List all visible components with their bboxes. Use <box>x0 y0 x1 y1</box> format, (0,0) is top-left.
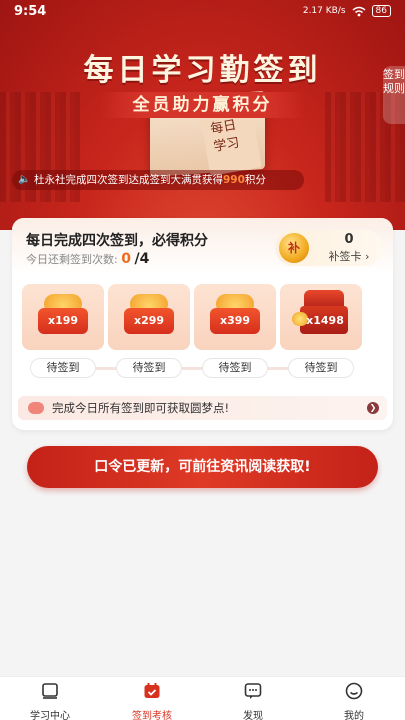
day-reward-4[interactable]: x1498 <box>280 284 362 350</box>
makeup-card-count: 0 <box>344 232 354 247</box>
dream-points-tip[interactable]: 完成今日所有签到即可获取圆梦点! ❯ <box>18 396 387 420</box>
ticker-points: 990 <box>223 174 245 186</box>
signin-days: x199 x299 x399 x1498 待签到 待签到 待签到 待签到 <box>22 284 383 380</box>
day-reward-amount: x399 <box>210 308 260 334</box>
reward-bag-icon: x199 <box>38 294 88 334</box>
chevron-right-icon: ❯ <box>367 402 379 414</box>
remaining-current: 0 <box>121 251 131 267</box>
day-reward-amount: x299 <box>124 308 174 334</box>
network-speed: 2.17 KB/s <box>302 6 346 16</box>
battery-indicator: 86 <box>371 5 391 17</box>
status-bar: 9:54 2.17 KB/s 86 <box>0 0 405 24</box>
reward-bag-icon: x299 <box>124 294 174 334</box>
makeup-card-button[interactable]: 补 0 补签卡 › <box>275 230 383 266</box>
wifi-icon <box>352 6 366 16</box>
remaining-count: 今日还剩签到次数: 0 /4 <box>26 251 149 267</box>
piggy-bank-icon <box>28 402 44 414</box>
treasure-chest-icon: x1498 <box>292 290 350 336</box>
rules-button[interactable]: 签到规则 <box>383 66 405 124</box>
day-reward-amount: x199 <box>38 308 88 334</box>
tab-label: 学习中心 <box>30 711 70 720</box>
status-right: 2.17 KB/s 86 <box>303 5 391 17</box>
tab-study-center[interactable]: 学习中心 <box>15 681 85 720</box>
hero-subtitle: 全员助力赢积分 <box>100 92 305 118</box>
tab-label: 发现 <box>243 711 263 720</box>
speaker-icon: 🔈 <box>18 174 31 185</box>
calendar-check-icon <box>144 683 160 698</box>
makeup-coin-icon: 补 <box>279 233 309 263</box>
day-reward-1[interactable]: x199 <box>22 284 104 350</box>
bottom-tabbar: 学习中心 签到考核 发现 我的 <box>0 676 405 720</box>
book-page: 每日 学习 <box>200 107 262 177</box>
signin-card-title: 每日完成四次签到，必得积分 <box>26 233 208 249</box>
day-reward-amount: x1498 <box>306 314 344 327</box>
ticker-suffix: 积分 <box>244 174 266 186</box>
day-status-4[interactable]: 待签到 <box>288 358 354 378</box>
tip-text: 完成今日所有签到即可获取圆梦点! <box>52 401 230 415</box>
makeup-card-label: 补签卡 › <box>328 250 370 263</box>
hero-title: 每日学习勤签到 <box>83 53 322 88</box>
chat-icon <box>244 683 262 699</box>
tab-label: 我的 <box>344 711 364 720</box>
tab-label: 签到考核 <box>132 711 172 720</box>
tab-signin-check[interactable]: 签到考核 <box>117 681 187 720</box>
remaining-total: /4 <box>134 251 150 267</box>
day-reward-2[interactable]: x299 <box>108 284 190 350</box>
day-status-1[interactable]: 待签到 <box>30 358 96 378</box>
tab-mine[interactable]: 我的 <box>319 681 389 720</box>
day-reward-3[interactable]: x399 <box>194 284 276 350</box>
signin-card: 每日完成四次签到，必得积分 今日还剩签到次数: 0 /4 补 0 补签卡 › x… <box>12 218 393 430</box>
smiley-icon <box>345 682 363 700</box>
day-status-3[interactable]: 待签到 <box>202 358 268 378</box>
reward-bag-icon: x399 <box>210 294 260 334</box>
ticker-prefix: 杜永社完成四次签到达成签到大满贯获得 <box>34 174 223 186</box>
read-news-button[interactable]: 口令已更新，可前往资讯阅读获取! <box>27 446 378 488</box>
status-time: 9:54 <box>14 4 47 19</box>
book-icon <box>42 683 58 699</box>
day-status-2[interactable]: 待签到 <box>116 358 182 378</box>
announcement-ticker: 🔈 杜永社完成四次签到达成签到大满贯获得990积分 <box>12 170 304 190</box>
tab-discover[interactable]: 发现 <box>218 681 288 720</box>
remaining-label: 今日还剩签到次数: <box>26 253 118 266</box>
